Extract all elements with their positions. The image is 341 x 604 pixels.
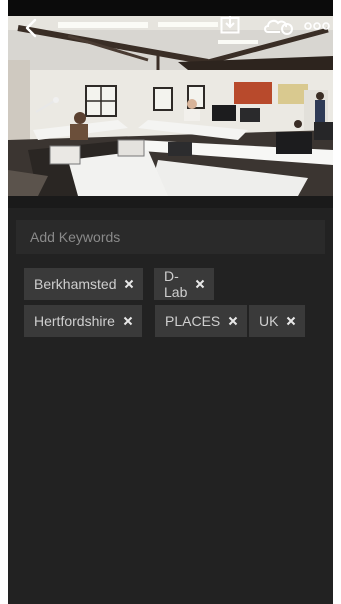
remove-tag-icon[interactable] bbox=[228, 316, 238, 326]
keyword-tag-label: PLACES bbox=[165, 313, 221, 329]
photo-divider bbox=[8, 196, 333, 208]
share-button[interactable] bbox=[220, 14, 240, 34]
keyword-search-field[interactable] bbox=[16, 220, 325, 254]
cloud-sync-button[interactable] bbox=[264, 17, 294, 35]
chevron-left-icon bbox=[25, 18, 37, 38]
keyword-tag-label: D-Lab bbox=[164, 268, 188, 300]
share-export-icon bbox=[220, 16, 240, 34]
keyword-tag-uk[interactable]: UK bbox=[249, 305, 306, 337]
back-button[interactable] bbox=[24, 18, 38, 38]
status-bar bbox=[8, 0, 333, 16]
keyword-tag-label: Hertfordshire bbox=[34, 313, 115, 329]
app-frame: Berkhamsted D-Lab Hertfordshire PLACES U… bbox=[8, 0, 333, 604]
remove-tag-icon[interactable] bbox=[124, 279, 134, 289]
more-dots-icon bbox=[304, 22, 330, 30]
cloud-sync-icon bbox=[264, 19, 293, 35]
keyword-tag-hertfordshire[interactable]: Hertfordshire bbox=[24, 305, 142, 337]
keyword-tag-label: Berkhamsted bbox=[34, 276, 117, 292]
keyword-tag-d-lab[interactable]: D-Lab bbox=[154, 268, 215, 300]
remove-tag-icon[interactable] bbox=[123, 316, 133, 326]
keyword-tag-places[interactable]: PLACES bbox=[155, 305, 248, 337]
keyword-tag-berkhamsted[interactable]: Berkhamsted bbox=[24, 268, 144, 300]
remove-tag-icon[interactable] bbox=[286, 316, 296, 326]
keyword-tag-label: UK bbox=[259, 313, 279, 329]
add-keywords-input[interactable] bbox=[28, 228, 325, 246]
more-button[interactable] bbox=[304, 22, 330, 30]
remove-tag-icon[interactable] bbox=[195, 279, 205, 289]
